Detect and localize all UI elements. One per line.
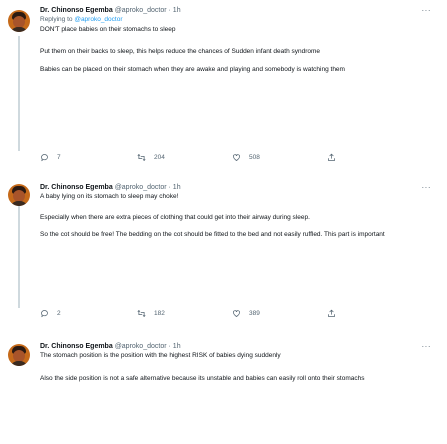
like-icon: [233, 310, 240, 317]
reply-mention-link[interactable]: @aproko_doctor: [74, 16, 122, 23]
tweet-text: Also the side position is not a safe alt…: [40, 374, 365, 382]
tweet-header: Dr. Chinonso Egemba @aproko_doctor · 1h: [40, 184, 181, 191]
retweet-count: 204: [154, 154, 165, 161]
tweet-actions: 2 182 389: [40, 309, 440, 319]
retweet-icon: [137, 309, 146, 318]
retweet-count: 182: [154, 310, 165, 317]
timestamp[interactable]: 1h: [173, 184, 181, 191]
replying-to: Replying to @aproko_doctor: [40, 16, 123, 23]
like-button[interactable]: 508: [232, 153, 260, 162]
like-count: 508: [249, 154, 260, 161]
tweet-text: DON'T place babies on their stomachs to …: [40, 26, 176, 33]
timestamp[interactable]: 1h: [173, 7, 181, 14]
like-icon: [233, 154, 240, 161]
tweet-actions: 7 204 508: [40, 153, 440, 163]
tweet-text: So the cot should be free! The bedding o…: [40, 231, 385, 238]
like-button[interactable]: 389: [232, 309, 260, 318]
tweet-text: The stomach position is the position wit…: [40, 352, 281, 359]
avatar[interactable]: [8, 10, 30, 32]
author-name[interactable]: Dr. Chinonso Egemba: [40, 184, 113, 191]
tweet-text: Put them on their backs to sleep, this h…: [40, 47, 321, 55]
author-handle[interactable]: @aproko_doctor: [115, 7, 167, 14]
reply-button[interactable]: 2: [40, 309, 61, 318]
share-button[interactable]: [327, 153, 336, 162]
retweet-icon: [137, 153, 146, 162]
thread-line: [18, 36, 20, 151]
reply-count: 2: [57, 310, 61, 317]
tweet-text: Babies can be placed on their stomach wh…: [40, 66, 345, 73]
share-button[interactable]: [327, 309, 336, 318]
more-options-icon[interactable]: ···: [422, 6, 432, 15]
tweet-text: Especially when there are extra pieces o…: [40, 213, 310, 221]
author-name[interactable]: Dr. Chinonso Egemba: [40, 7, 113, 14]
retweet-button[interactable]: 204: [137, 153, 165, 162]
like-count: 389: [249, 310, 260, 317]
avatar[interactable]: [8, 184, 30, 206]
more-options-icon[interactable]: ···: [422, 183, 432, 192]
retweet-button[interactable]: 182: [137, 309, 165, 318]
reply-button[interactable]: 7: [40, 153, 61, 162]
thread-line: [18, 193, 20, 308]
tweet-header: Dr. Chinonso Egemba @aproko_doctor · 1h: [40, 7, 181, 14]
reply-count: 7: [57, 154, 61, 161]
more-options-icon[interactable]: ···: [422, 342, 432, 351]
avatar[interactable]: [8, 344, 30, 366]
reply-icon: [41, 310, 48, 318]
tweet-text: A baby lying on its stomach to sleep may…: [40, 193, 179, 200]
share-icon: [328, 309, 335, 317]
share-icon: [328, 153, 335, 161]
tweet-header: Dr. Chinonso Egemba @aproko_doctor · 1h: [40, 343, 181, 350]
author-name[interactable]: Dr. Chinonso Egemba: [40, 343, 113, 350]
author-handle[interactable]: @aproko_doctor: [115, 184, 167, 191]
author-handle[interactable]: @aproko_doctor: [115, 343, 167, 350]
reply-icon: [41, 154, 48, 162]
timestamp[interactable]: 1h: [173, 343, 181, 350]
